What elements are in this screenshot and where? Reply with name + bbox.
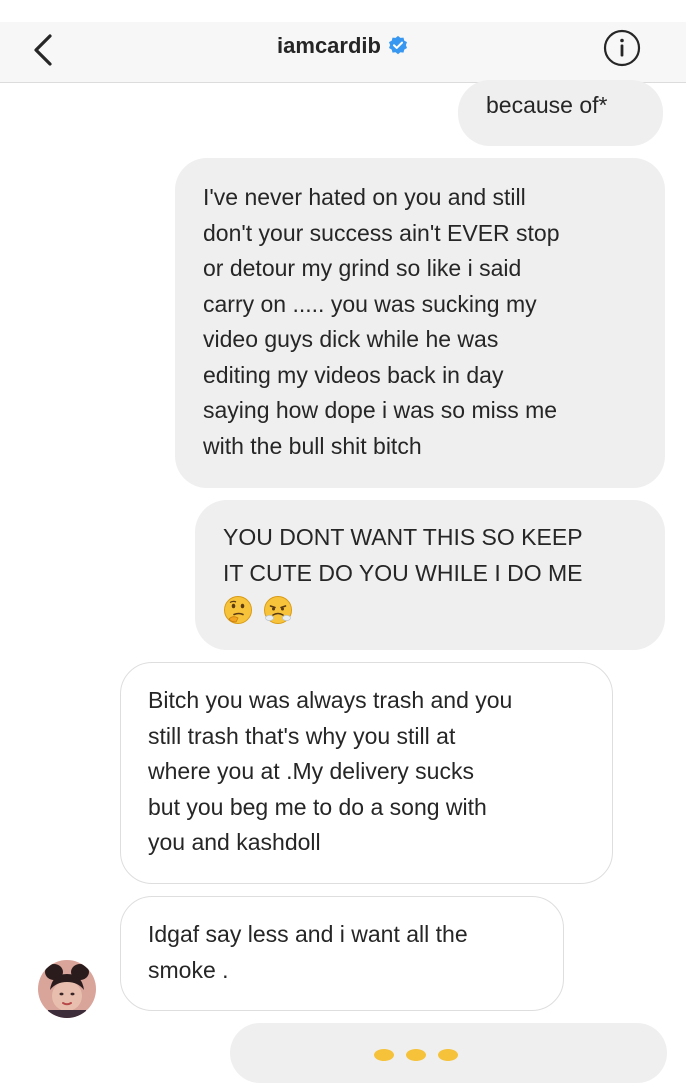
message-text-line: with the bull shit bitch: [203, 432, 422, 459]
username-label: iamcardib: [277, 33, 381, 58]
profile-photo: [38, 960, 96, 1018]
chat-title[interactable]: iamcardib: [0, 31, 686, 61]
message-text-line: but you beg me to do a song with: [148, 793, 487, 820]
message-text-line: where you at .My delivery sucks: [148, 758, 474, 784]
sent-message-bubble[interactable]: YOU DONT WANT THIS SO KEEP IT CUTE DO YO…: [195, 500, 665, 650]
message-text-line: Bitch you was always trash and you: [148, 687, 513, 713]
sender-avatar[interactable]: [38, 960, 96, 1018]
message-text-line: or detour my grind so like i said: [203, 255, 522, 281]
info-icon: [603, 29, 641, 67]
message-text-line: you and kashdoll: [148, 829, 321, 855]
message-text-line: YOU DONT WANT THIS SO KEEP: [223, 524, 583, 550]
verified-badge-icon: [388, 35, 407, 55]
thinking-face-emoji: [224, 596, 252, 624]
status-bar-area: [0, 0, 686, 22]
info-button[interactable]: [602, 28, 642, 68]
emoji-row: [223, 591, 665, 633]
message-text-line: IT CUTE DO YOU WHILE I DO ME: [223, 559, 583, 586]
emoji-partial: [374, 1049, 458, 1061]
chat-header: iamcardib: [0, 22, 686, 83]
message-text-line: smoke .: [148, 956, 229, 983]
received-message-bubble[interactable]: Bitch you was always trash and you still…: [120, 662, 613, 884]
message-text-line: editing my videos back in day: [203, 361, 504, 388]
sent-message-bubble[interactable]: I've never hated on you and still don't …: [175, 158, 665, 488]
face-with-steam-emoji: [264, 596, 293, 624]
message-text-line: because of*: [486, 92, 608, 118]
message-text-line: I've never hated on you and still: [203, 184, 526, 210]
received-message-bubble[interactable]: Idgaf say less and i want all the smoke …: [120, 896, 564, 1011]
message-text-line: still trash that's why you still at: [148, 722, 456, 749]
sent-message-bubble[interactable]: because of*: [458, 80, 663, 146]
message-text-line: carry on ..... you was sucking my: [203, 290, 537, 317]
message-text-line: Idgaf say less and i want all the: [148, 921, 468, 947]
message-text-line: video guys dick while he was: [203, 326, 499, 352]
message-text-line: saying how dope i was so miss me: [203, 397, 558, 423]
sent-message-bubble-partial[interactable]: [230, 1023, 667, 1083]
message-text-line: don't your success ain't EVER stop: [203, 219, 560, 246]
